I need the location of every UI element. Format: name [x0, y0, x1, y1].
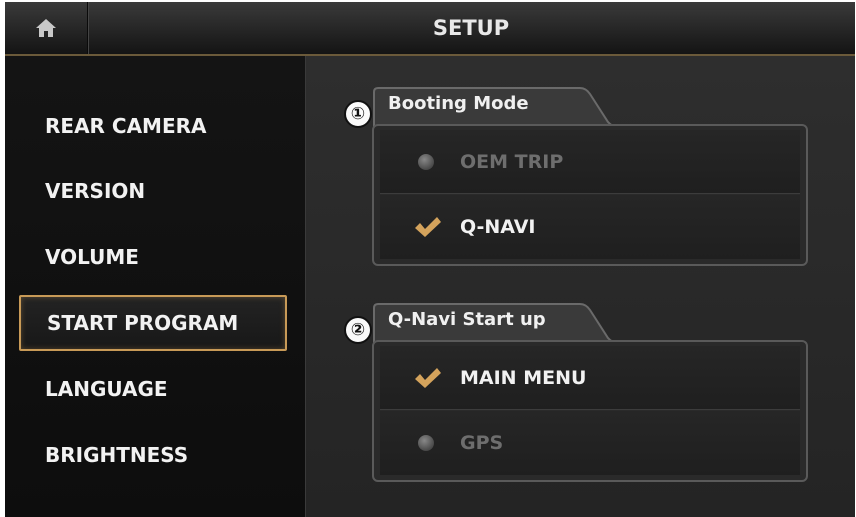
check-icon	[415, 368, 441, 388]
page-title: SETUP	[432, 16, 510, 40]
sidebar-item-start-program[interactable]: START PROGRAM	[19, 295, 287, 351]
option-label: OEM TRIP	[460, 151, 564, 173]
sidebar-item-rear-camera[interactable]: REAR CAMERA	[19, 98, 287, 154]
sidebar: REAR CAMERA VERSION VOLUME START PROGRAM…	[5, 56, 306, 517]
main-panel: ① Booting Mode OEM TRIP Q-NAVI ② Q-Navi …	[306, 56, 855, 517]
header-bar: SETUP	[5, 2, 855, 56]
booting-mode-group: ① Booting Mode OEM TRIP Q-NAVI	[344, 86, 808, 276]
options-panel: MAIN MENU GPS	[372, 340, 808, 482]
group-number-marker: ②	[344, 316, 372, 344]
setup-screen: SETUP REAR CAMERA VERSION VOLUME START P…	[5, 2, 855, 517]
q-navi-startup-group: ② Q-Navi Start up MAIN MENU GPS	[344, 302, 808, 492]
group-title: Booting Mode	[388, 93, 529, 114]
options-panel: OEM TRIP Q-NAVI	[372, 124, 808, 266]
option-main-menu[interactable]: MAIN MENU	[380, 346, 800, 410]
sidebar-item-volume[interactable]: VOLUME	[19, 229, 287, 285]
check-icon	[415, 217, 441, 237]
option-label: Q-NAVI	[460, 216, 536, 238]
option-oem-trip[interactable]: OEM TRIP	[380, 130, 800, 194]
group-number-marker: ①	[344, 100, 372, 128]
option-gps[interactable]: GPS	[380, 411, 800, 475]
option-q-navi[interactable]: Q-NAVI	[380, 195, 800, 259]
home-button[interactable]	[5, 2, 88, 54]
option-label: MAIN MENU	[460, 367, 587, 389]
radio-dot-icon	[414, 150, 442, 174]
sidebar-item-language[interactable]: LANGUAGE	[19, 361, 287, 417]
home-icon	[36, 19, 56, 37]
option-label: GPS	[460, 432, 504, 454]
group-tab: Booting Mode	[372, 86, 624, 128]
sidebar-item-brightness[interactable]: BRIGHTNESS	[19, 427, 287, 483]
group-title: Q-Navi Start up	[388, 309, 546, 330]
radio-dot-icon	[414, 431, 442, 455]
group-tab: Q-Navi Start up	[372, 302, 624, 344]
sidebar-item-version[interactable]: VERSION	[19, 163, 287, 219]
